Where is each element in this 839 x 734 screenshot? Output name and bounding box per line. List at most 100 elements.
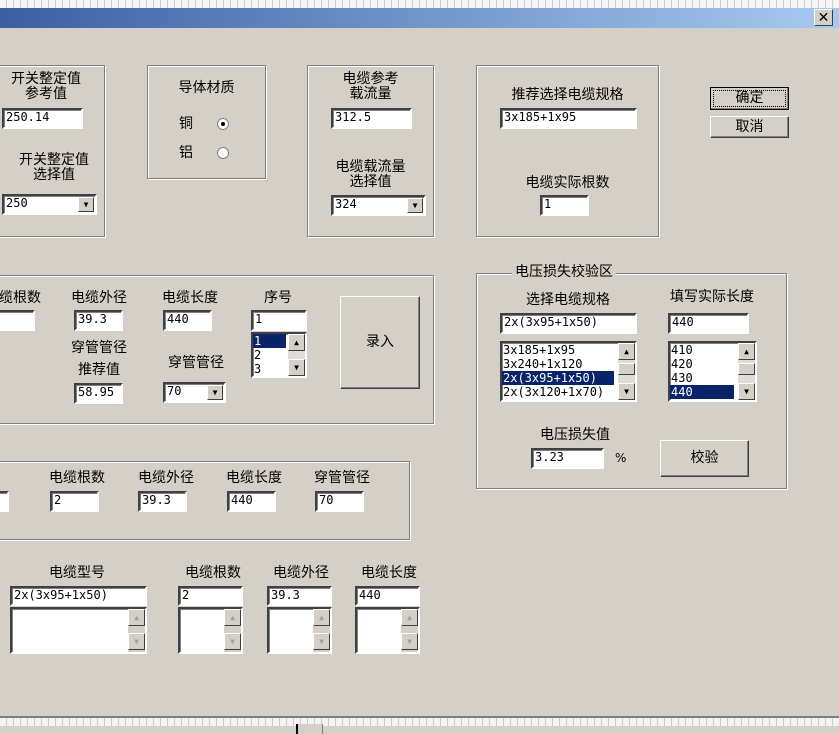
title-bar (0, 8, 839, 28)
ok-button[interactable]: 确定 (710, 87, 789, 110)
ampacity-sel-value: 324 (335, 197, 357, 211)
bottom-model-listbox[interactable]: ▲ ▼ (10, 607, 147, 654)
summary-len-input[interactable]: 440 (227, 491, 276, 512)
voltage-len-label: 填写实际长度 (670, 289, 754, 305)
switch-ref-label: 开关整定值 参考值 (11, 71, 81, 102)
recommend-spec-input[interactable]: 3x185+1x95 (500, 108, 637, 129)
chevron-up-icon[interactable]: ▲ (313, 609, 330, 626)
splitter-handle[interactable] (296, 724, 323, 734)
conduit-rec-label-2: 推荐值 (78, 362, 120, 378)
conduit-combo[interactable]: 70 ▼ (163, 382, 226, 403)
enter-button[interactable]: 录入 (340, 296, 420, 389)
material-title: 导体材质 (178, 80, 235, 96)
bottom-count-input[interactable]: 2 (178, 586, 243, 606)
summary-conduit-input[interactable]: 70 (315, 491, 364, 512)
top-strip (0, 0, 839, 8)
recommend-count-label: 电缆实际根数 (525, 175, 610, 191)
switch-sel-combo[interactable]: 250 ▼ (2, 194, 97, 215)
bottom-count-label: 电缆根数 (185, 565, 241, 581)
list-item[interactable]: 2x(3x95+1x50) (502, 371, 614, 385)
seq-label: 序号 (264, 290, 292, 306)
recommend-spec-label: 推荐选择电缆规格 (511, 87, 624, 103)
seq-listbox[interactable]: 1 2 3 ▲ ▼ (251, 332, 307, 378)
switch-ref-input[interactable]: 250.14 (2, 108, 83, 129)
copper-radio[interactable] (217, 118, 229, 130)
summary-partial-input[interactable] (0, 491, 9, 512)
conduit-rec-input[interactable]: 58.95 (74, 383, 123, 404)
chevron-down-icon[interactable]: ▼ (207, 385, 223, 400)
chevron-down-icon[interactable]: ▼ (401, 633, 418, 650)
voltage-spec-listbox[interactable]: 3x185+1x95 3x240+1x120 2x(3x95+1x50) 2x(… (500, 341, 637, 402)
summary-conduit-label: 穿管管径 (314, 470, 370, 486)
chevron-up-icon[interactable]: ▲ (401, 609, 418, 626)
bottom-od-label: 电缆外径 (273, 565, 329, 581)
chevron-down-icon[interactable]: ▼ (224, 633, 241, 650)
conduit-label: 穿管管径 (168, 355, 224, 371)
aluminum-label: 铝 (179, 145, 193, 161)
chevron-down-icon[interactable]: ▼ (128, 633, 145, 650)
bottom-len-listbox[interactable]: ▲ ▼ (355, 607, 420, 654)
check-button[interactable]: 校验 (660, 440, 749, 477)
copper-label: 铜 (179, 116, 193, 132)
list-item[interactable]: 2x(3x120+1x70) (502, 385, 635, 399)
chevron-down-icon[interactable]: ▼ (288, 359, 305, 376)
list-item[interactable]: 3x240+1x120 (502, 357, 635, 371)
voltage-len-input[interactable]: 440 (668, 313, 749, 334)
summary-od-input[interactable]: 39.3 (138, 491, 187, 512)
bottom-od-input[interactable]: 39.3 (267, 586, 332, 606)
summary-od-label: 电缆外径 (138, 470, 194, 486)
chevron-down-icon[interactable]: ▼ (618, 383, 635, 400)
bottom-len-label: 电缆长度 (361, 565, 417, 581)
list-item[interactable]: 3x185+1x95 (502, 343, 635, 357)
close-button[interactable]: ✕ (814, 9, 833, 26)
list-item[interactable]: 440 (670, 385, 734, 399)
conduit-value: 70 (167, 384, 182, 398)
entry-od-label: 电缆外径 (71, 290, 127, 306)
voltage-loss-label: 电压损失值 (540, 427, 610, 443)
voltage-loss-input[interactable]: 3.23 (531, 448, 604, 469)
entry-count-label: 缆根数 (0, 290, 41, 306)
chevron-up-icon[interactable]: ▲ (288, 334, 305, 351)
chevron-down-icon[interactable]: ▼ (78, 197, 94, 212)
seq-input[interactable]: 1 (251, 310, 307, 331)
bottom-od-listbox[interactable]: ▲ ▼ (267, 607, 332, 654)
scrollbar[interactable]: ▲ ▼ (618, 343, 635, 400)
bottom-count-listbox[interactable]: ▲ ▼ (178, 607, 243, 654)
chevron-down-icon[interactable]: ▼ (738, 383, 755, 400)
bottom-strip (0, 718, 839, 726)
voltage-len-listbox[interactable]: 410 420 430 440 ▲ ▼ (668, 341, 757, 402)
ampacity-ref-input[interactable]: 312.5 (331, 108, 412, 129)
conduit-rec-label: 穿管管径 (71, 340, 127, 356)
percent-unit: % (615, 451, 627, 465)
chevron-up-icon[interactable]: ▲ (738, 343, 755, 360)
entry-od-input[interactable]: 39.3 (74, 310, 123, 331)
scroll-thumb[interactable] (618, 363, 635, 375)
cancel-button[interactable]: 取消 (710, 116, 789, 138)
bottom-model-label: 电缆型号 (49, 565, 105, 581)
chevron-down-icon[interactable]: ▼ (407, 198, 423, 213)
ampacity-ref-label: 电缆参考 载流量 (342, 71, 399, 102)
chevron-up-icon[interactable]: ▲ (224, 609, 241, 626)
summary-count-label: 电缆根数 (49, 470, 105, 486)
switch-sel-label: 开关整定值 选择值 (19, 152, 89, 183)
voltage-loss-title: 电压损失校验区 (512, 265, 616, 280)
entry-count-input[interactable] (0, 310, 35, 331)
scroll-thumb[interactable] (738, 363, 755, 375)
scrollbar[interactable]: ▲ ▼ (738, 343, 755, 400)
entry-len-input[interactable]: 440 (163, 310, 212, 331)
summary-len-label: 电缆长度 (226, 470, 282, 486)
chevron-up-icon[interactable]: ▲ (128, 609, 145, 626)
chevron-down-icon[interactable]: ▼ (313, 633, 330, 650)
scrollbar[interactable]: ▲ ▼ (288, 334, 305, 376)
aluminum-radio[interactable] (217, 147, 229, 159)
ampacity-sel-combo[interactable]: 324 ▼ (331, 195, 426, 216)
recommend-count-input[interactable]: 1 (540, 195, 589, 216)
chevron-up-icon[interactable]: ▲ (618, 343, 635, 360)
bottom-model-input[interactable]: 2x(3x95+1x50) (10, 586, 147, 606)
ampacity-sel-label: 电缆载流量 选择值 (335, 159, 406, 190)
summary-count-input[interactable]: 2 (50, 491, 99, 512)
voltage-spec-input[interactable]: 2x(3x95+1x50) (500, 313, 637, 334)
bottom-len-input[interactable]: 440 (355, 586, 420, 606)
voltage-spec-label: 选择电缆规格 (526, 292, 610, 308)
list-item[interactable]: 1 (253, 334, 286, 348)
